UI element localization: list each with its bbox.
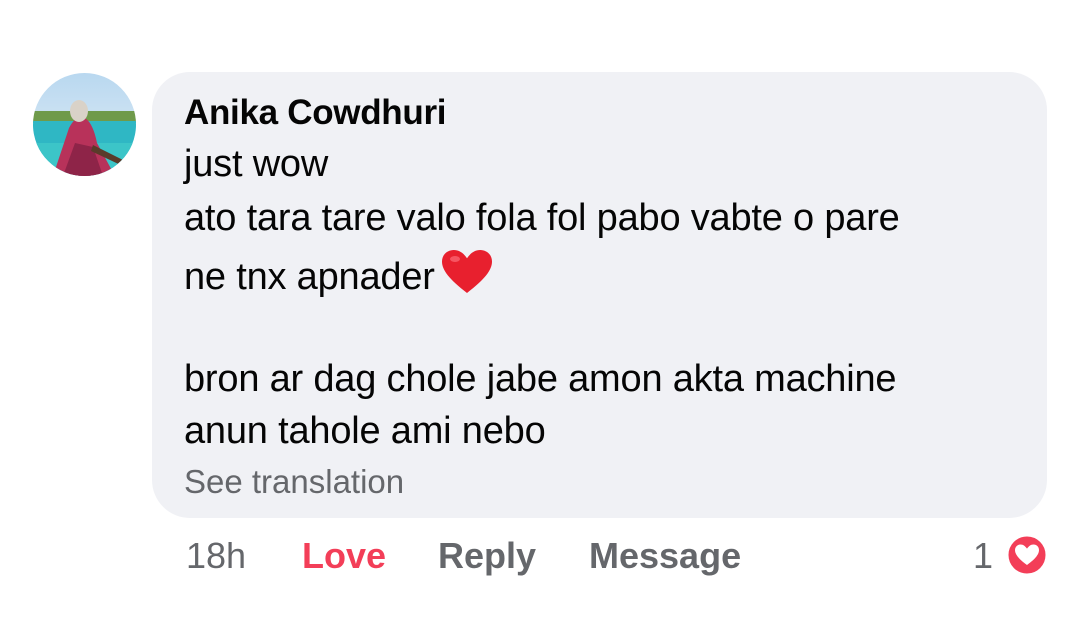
love-icon[interactable] xyxy=(1005,533,1049,577)
comment-author[interactable]: Anika Cowdhuri xyxy=(184,93,447,133)
comment-line: anun tahole ami nebo xyxy=(184,410,546,452)
comment-line: ne tnx apnader xyxy=(184,256,435,298)
comment-line: bron ar dag chole jabe amon akta machine xyxy=(184,358,897,400)
love-reaction-button[interactable]: Love xyxy=(302,535,386,577)
heart-emoji-icon xyxy=(441,249,493,305)
comment-line-with-emoji: ne tnx apnader xyxy=(184,249,493,305)
timestamp[interactable]: 18h xyxy=(186,535,246,577)
reply-button[interactable]: Reply xyxy=(438,535,536,577)
avatar[interactable] xyxy=(33,73,136,176)
comment-line: ato tara tare valo fola fol pabo vabte o… xyxy=(184,197,900,239)
message-button[interactable]: Message xyxy=(589,535,741,577)
reaction-count[interactable]: 1 xyxy=(973,535,993,577)
see-translation-link[interactable]: See translation xyxy=(184,463,404,501)
comment-line: just wow xyxy=(184,143,329,185)
